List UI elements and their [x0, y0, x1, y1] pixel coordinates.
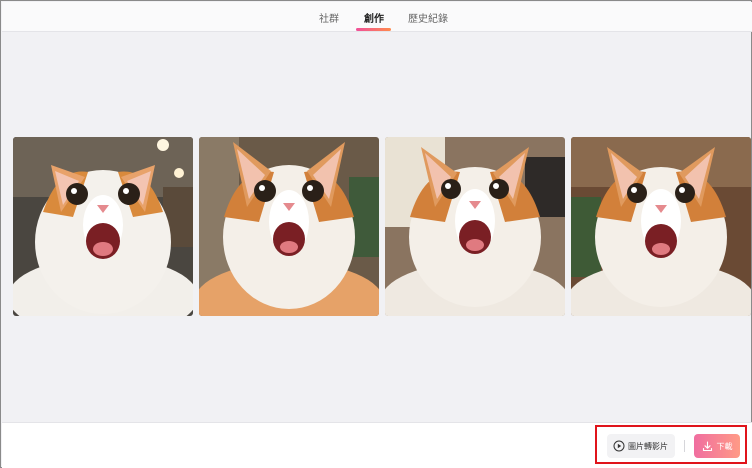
generated-image-1[interactable] — [13, 137, 193, 316]
generated-image-4[interactable] — [571, 137, 751, 316]
active-tab-indicator — [356, 28, 391, 31]
tab-history[interactable]: 歷史紀錄 — [408, 10, 448, 25]
highlight-box — [595, 425, 747, 464]
app-window: 社群 創作 歷史紀錄 圖片轉影片 下載 — [0, 0, 752, 468]
tab-create[interactable]: 創作 — [364, 10, 384, 25]
top-tab-bar: 社群 創作 歷史紀錄 — [2, 2, 752, 32]
generated-image-3[interactable] — [385, 137, 565, 316]
generated-image-2[interactable] — [199, 137, 379, 316]
tab-community[interactable]: 社群 — [319, 10, 339, 25]
